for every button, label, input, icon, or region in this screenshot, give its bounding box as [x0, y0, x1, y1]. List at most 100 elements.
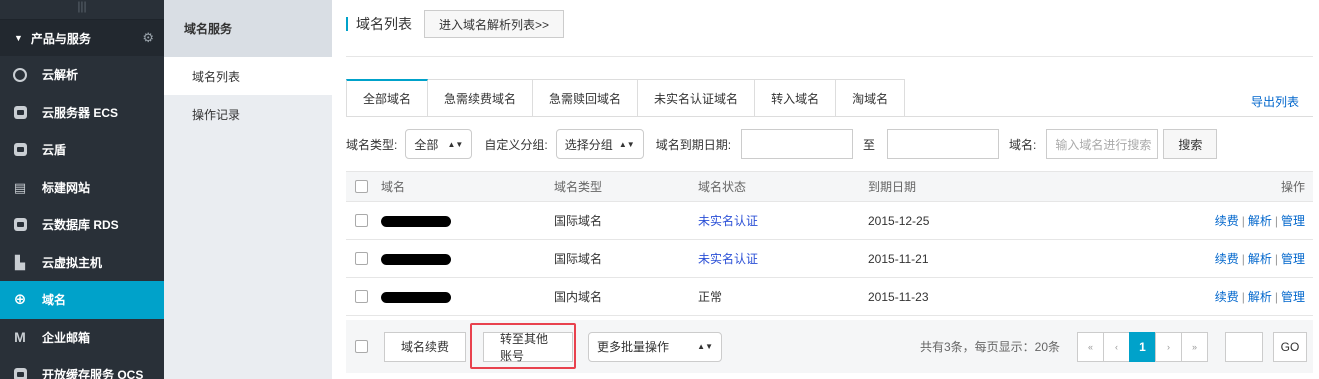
sidebar-item-website[interactable]: ▤ 标建网站: [0, 169, 164, 207]
sidebar-collapse-grip[interactable]: |||: [0, 0, 164, 20]
sidebar-item-domain[interactable]: ⊕ 域名: [0, 281, 164, 319]
redacted-domain: [381, 215, 451, 227]
subnav-title: 域名服务: [164, 0, 332, 57]
batch-operation-select[interactable]: 更多批量操作 ▲▼: [588, 331, 723, 362]
product-services-group[interactable]: ▼ 产品与服务 ⚙: [0, 20, 164, 56]
pagination: 共有3条，每页显示：20条 « ‹ 1 › » GO: [920, 331, 1313, 362]
sidebar-item-label: 云虚拟主机: [42, 255, 103, 270]
tab-redeem-urgent[interactable]: 急需赎回域名: [533, 79, 639, 117]
page-header: 域名列表 进入域名解析列表>>: [346, 10, 565, 38]
domain-status-cell: 正常: [698, 290, 723, 304]
database-icon: [12, 217, 28, 233]
transfer-account-button[interactable]: 转至其他账号: [483, 331, 574, 363]
separator: |: [1274, 290, 1278, 304]
header-divider: [346, 56, 1313, 57]
domain-name-cell[interactable]: [368, 214, 554, 228]
manage-link[interactable]: 管理: [1281, 290, 1305, 304]
column-header-expiry: 到期日期: [868, 180, 917, 194]
expiry-end-input[interactable]: [887, 129, 1000, 159]
domain-type-value: 全部: [414, 137, 439, 152]
custom-group-select[interactable]: 选择分组 ▲▼: [555, 129, 644, 159]
go-button[interactable]: GO: [1273, 331, 1307, 362]
sidebar-item-label: 云解析: [42, 68, 79, 83]
sidebar-item-shield[interactable]: 云盾: [0, 131, 164, 169]
tab-unverified[interactable]: 未实名认证域名: [638, 79, 756, 117]
row-checkbox[interactable]: [355, 252, 368, 265]
domain-status-cell[interactable]: 未实名认证: [698, 212, 868, 229]
shield-icon: [12, 142, 28, 158]
resolve-link[interactable]: 解析: [1248, 252, 1272, 266]
sidebar-item-rds[interactable]: 云数据库 RDS: [0, 206, 164, 244]
row-checkbox[interactable]: [355, 290, 368, 303]
domain-type-cell: 国内域名: [554, 290, 603, 304]
renew-link[interactable]: 续费: [1215, 290, 1239, 304]
prev-page-button[interactable]: ‹: [1103, 331, 1130, 362]
select-arrows-icon: ▲▼: [447, 139, 464, 149]
row-actions: 续费 | 解析 | 管理: [1215, 288, 1313, 305]
sidebar-item-label: 域名: [42, 293, 67, 308]
select-arrows-icon: ▲▼: [618, 139, 635, 149]
cache-icon: [12, 367, 28, 379]
tab-all-domains[interactable]: 全部域名: [346, 79, 429, 117]
sidebar-item-label: 企业邮箱: [42, 330, 91, 345]
tab-renew-urgent[interactable]: 急需续费域名: [428, 79, 534, 117]
batch-select-checkbox[interactable]: [355, 340, 368, 353]
gear-icon[interactable]: ⚙: [142, 30, 154, 46]
filter-bar: 域名类型: 全部 ▲▼ 自定义分组: 选择分组 ▲▼ 域名到期日期: 至 域名:…: [346, 129, 1218, 159]
row-actions: 续费 | 解析 | 管理: [1215, 212, 1313, 229]
sidebar-item-mail[interactable]: M 企业邮箱: [0, 319, 164, 357]
search-button[interactable]: 搜索: [1163, 129, 1218, 159]
subnav-item-operation-log[interactable]: 操作记录: [164, 95, 332, 133]
tabs-divider: [346, 116, 1313, 117]
domain-type-cell: 国际域名: [554, 214, 603, 228]
subnav-item-domain-list[interactable]: 域名列表: [164, 57, 332, 95]
domain-status-cell[interactable]: 未实名认证: [698, 250, 868, 267]
domain-type-select[interactable]: 全部 ▲▼: [405, 129, 473, 159]
expiry-start-input[interactable]: [741, 129, 854, 159]
last-page-button[interactable]: »: [1181, 331, 1208, 362]
tab-transfer-in[interactable]: 转入域名: [755, 79, 837, 117]
domain-type-cell: 国际域名: [554, 252, 603, 266]
resolve-link[interactable]: 解析: [1248, 214, 1272, 228]
sidebar-item-dns[interactable]: 云解析: [0, 56, 164, 94]
renew-link[interactable]: 续费: [1215, 214, 1239, 228]
column-header-domain: 域名: [381, 180, 406, 194]
resolve-link[interactable]: 解析: [1248, 290, 1272, 304]
sidebar-item-ecs[interactable]: 云服务器 ECS: [0, 94, 164, 132]
table-header-row: 域名 域名类型 域名状态 到期日期 操作: [346, 171, 1313, 202]
domain-tabs: 全部域名 急需续费域名 急需赎回域名 未实名认证域名 转入域名 淘域名: [346, 79, 906, 117]
page-number-input[interactable]: [1225, 331, 1263, 362]
renew-link[interactable]: 续费: [1215, 252, 1239, 266]
manage-link[interactable]: 管理: [1281, 252, 1305, 266]
dns-list-button[interactable]: 进入域名解析列表>>: [424, 10, 565, 38]
renew-domain-button[interactable]: 域名续费: [384, 331, 467, 362]
domain-name-cell[interactable]: [368, 290, 554, 304]
domain-name-cell[interactable]: [368, 252, 554, 266]
select-all-checkbox[interactable]: [355, 180, 368, 193]
page-title: 域名列表: [356, 16, 412, 32]
export-list-link[interactable]: 导出列表: [1251, 93, 1299, 110]
custom-group-label: 自定义分组:: [484, 137, 548, 152]
virtual-host-icon: ▙: [15, 254, 25, 270]
table-row: 国际域名 未实名认证 2015-11-21 续费 | 解析 | 管理: [346, 240, 1313, 278]
group-label: 产品与服务: [30, 31, 91, 46]
manage-link[interactable]: 管理: [1281, 214, 1305, 228]
main-sidebar: ||| ▼ 产品与服务 ⚙ 云解析 云服务器 ECS 云盾 ▤ 标建网站 云数据…: [0, 0, 164, 379]
table-row: 国内域名 正常 2015-11-23 续费 | 解析 | 管理: [346, 278, 1313, 316]
domain-search-input[interactable]: 输入域名进行搜索: [1046, 129, 1159, 159]
sidebar-item-label: 云数据库 RDS: [42, 218, 119, 233]
next-page-button[interactable]: ›: [1155, 331, 1182, 362]
row-actions: 续费 | 解析 | 管理: [1215, 250, 1313, 267]
row-checkbox[interactable]: [355, 214, 368, 227]
first-page-button[interactable]: «: [1077, 331, 1104, 362]
redacted-domain: [381, 253, 451, 265]
sidebar-item-ocs[interactable]: 开放缓存服务 OCS: [0, 356, 164, 379]
custom-group-value: 选择分组: [564, 137, 613, 152]
expiry-date-cell: 2015-12-25: [868, 213, 930, 228]
date-range-separator: 至: [863, 137, 876, 152]
tab-tao-domain[interactable]: 淘域名: [836, 79, 906, 117]
page-1-button[interactable]: 1: [1129, 331, 1156, 362]
sidebar-item-virtual-host[interactable]: ▙ 云虚拟主机: [0, 244, 164, 282]
sidebar-item-label: 开放缓存服务 OCS: [42, 368, 144, 379]
column-header-status: 域名状态: [698, 180, 747, 194]
